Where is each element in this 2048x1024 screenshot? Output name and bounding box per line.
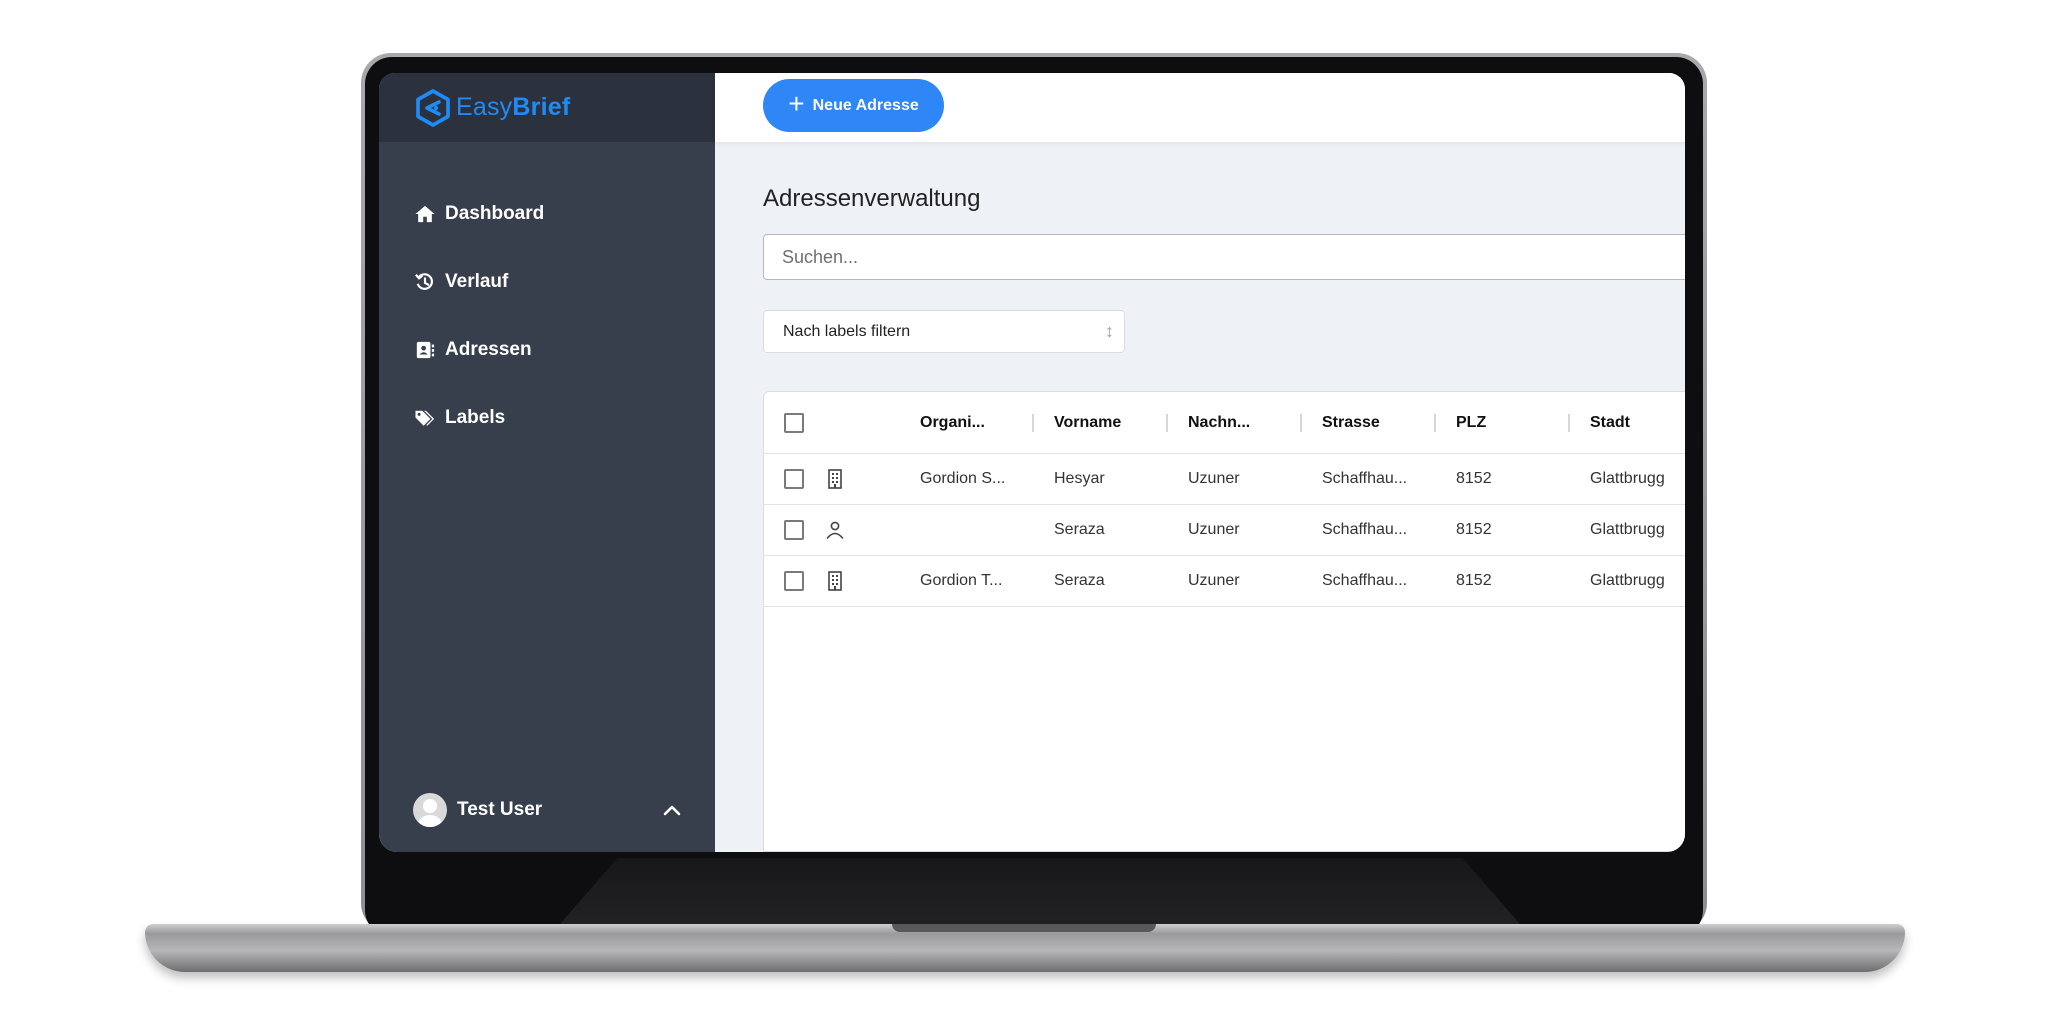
cell-plz: 8152 xyxy=(1456,521,1492,538)
cell-organisation: Gordion T... xyxy=(920,572,1003,589)
table-row[interactable]: Gordion T... Seraza Uzuner Schaffhau... … xyxy=(764,556,1685,607)
brand-name: EasyBrief xyxy=(456,93,571,121)
app-screen: EasyBrief Dashboard Verlauf Adressen Lab xyxy=(379,73,1685,852)
column-separator[interactable] xyxy=(1434,414,1436,432)
cell-stadt: Glattbrugg xyxy=(1590,572,1665,589)
column-header-plz[interactable]: PLZ xyxy=(1456,392,1486,453)
table-header: Organi... Vorname Nachn... Strasse PLZ S… xyxy=(764,392,1685,454)
user-menu[interactable]: Test User xyxy=(413,793,683,827)
topbar: + Neue Adresse xyxy=(715,73,1685,142)
sidebar-item-dashboard[interactable]: Dashboard xyxy=(413,203,544,225)
select-all-checkbox[interactable] xyxy=(784,412,804,433)
column-header-stadt[interactable]: Stadt xyxy=(1590,392,1630,453)
column-header-vorname[interactable]: Vorname xyxy=(1054,392,1121,453)
address-table: Organi... Vorname Nachn... Strasse PLZ S… xyxy=(763,391,1685,852)
sidebar-item-verlauf[interactable]: Verlauf xyxy=(413,271,508,293)
sidebar-item-adressen[interactable]: Adressen xyxy=(413,339,532,361)
easybrief-logo-icon xyxy=(416,88,450,127)
row-checkbox[interactable] xyxy=(784,520,804,540)
cell-stadt: Glattbrugg xyxy=(1590,521,1665,538)
sidebar-item-label: Verlauf xyxy=(445,271,509,292)
label-filter-select[interactable]: Nach labels filtern ↕ xyxy=(763,310,1125,353)
sidebar-item-labels[interactable]: Labels xyxy=(413,407,505,429)
cell-strasse: Schaffhau... xyxy=(1322,521,1408,538)
cell-vorname: Seraza xyxy=(1054,521,1105,538)
column-separator[interactable] xyxy=(1166,414,1168,432)
building-icon xyxy=(824,468,846,490)
cell-plz: 8152 xyxy=(1456,470,1492,487)
page-title: Adressenverwaltung xyxy=(763,185,981,212)
laptop-notch xyxy=(892,924,1156,932)
brand[interactable]: EasyBrief xyxy=(379,73,715,142)
cell-strasse: Schaffhau... xyxy=(1322,470,1408,487)
cell-nachname: Uzuner xyxy=(1188,521,1240,538)
address-book-icon xyxy=(413,339,437,361)
building-icon xyxy=(824,570,846,592)
history-icon xyxy=(413,271,437,293)
cell-strasse: Schaffhau... xyxy=(1322,572,1408,589)
table-row[interactable]: Gordion S... Hesyar Uzuner Schaffhau... … xyxy=(764,454,1685,505)
column-header-nachname[interactable]: Nachn... xyxy=(1188,392,1250,453)
cell-plz: 8152 xyxy=(1456,572,1492,589)
column-separator[interactable] xyxy=(1568,414,1570,432)
sidebar: EasyBrief Dashboard Verlauf Adressen Lab xyxy=(379,73,715,852)
cell-vorname: Hesyar xyxy=(1054,470,1105,487)
cell-nachname: Uzuner xyxy=(1188,470,1240,487)
new-address-button[interactable]: + Neue Adresse xyxy=(763,79,944,132)
plus-icon: + xyxy=(788,88,805,119)
sidebar-item-label: Labels xyxy=(445,407,506,428)
sidebar-item-label: Adressen xyxy=(445,339,532,360)
row-checkbox[interactable] xyxy=(784,469,804,489)
column-separator[interactable] xyxy=(1032,414,1034,432)
column-header-organisation[interactable]: Organi... xyxy=(920,392,985,453)
home-icon xyxy=(413,203,437,225)
cell-organisation: Gordion S... xyxy=(920,470,1006,487)
row-checkbox[interactable] xyxy=(784,571,804,591)
cell-stadt: Glattbrugg xyxy=(1590,470,1665,487)
person-icon xyxy=(824,519,846,541)
user-name: Test User xyxy=(457,799,543,820)
sort-updown-icon: ↕ xyxy=(1105,321,1114,341)
chevron-up-icon[interactable] xyxy=(661,799,683,821)
table-row[interactable]: Seraza Uzuner Schaffhau... 8152 Glattbru… xyxy=(764,505,1685,556)
column-header-strasse[interactable]: Strasse xyxy=(1322,392,1380,453)
laptop-keyboard xyxy=(560,858,1520,924)
search-input[interactable] xyxy=(763,234,1685,280)
sidebar-item-label: Dashboard xyxy=(445,203,545,224)
cell-vorname: Seraza xyxy=(1054,572,1105,589)
tags-icon xyxy=(413,407,437,429)
avatar xyxy=(413,793,447,827)
column-separator[interactable] xyxy=(1300,414,1302,432)
label-filter-text: Nach labels filtern xyxy=(783,322,911,340)
cell-nachname: Uzuner xyxy=(1188,572,1240,589)
new-address-label: Neue Adresse xyxy=(812,96,919,114)
